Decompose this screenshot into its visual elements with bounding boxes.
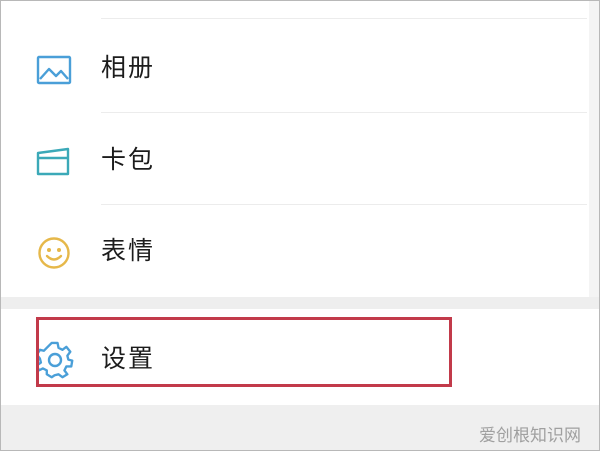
menu-item-label: 相册 [101,53,156,82]
section-separator [1,297,599,309]
watermark: 爱创根知识网 [479,426,581,446]
settings-menu-screen: 相册 卡包 表情 设置 爱创根知识网 [0,0,600,451]
top-strip [1,1,599,19]
menu-item-album[interactable]: 相册 [1,21,599,113]
image-icon [35,51,73,89]
smiley-icon [35,234,73,272]
divider [101,18,587,19]
highlight-box [36,317,452,387]
card-icon [35,143,73,181]
menu-item-label: 卡包 [101,145,156,174]
menu-item-label: 表情 [101,236,156,265]
menu-item-card-wallet[interactable]: 卡包 [1,113,599,205]
bottom-area: 爱创根知识网 [1,405,599,450]
menu-item-stickers[interactable]: 表情 [1,204,599,296]
